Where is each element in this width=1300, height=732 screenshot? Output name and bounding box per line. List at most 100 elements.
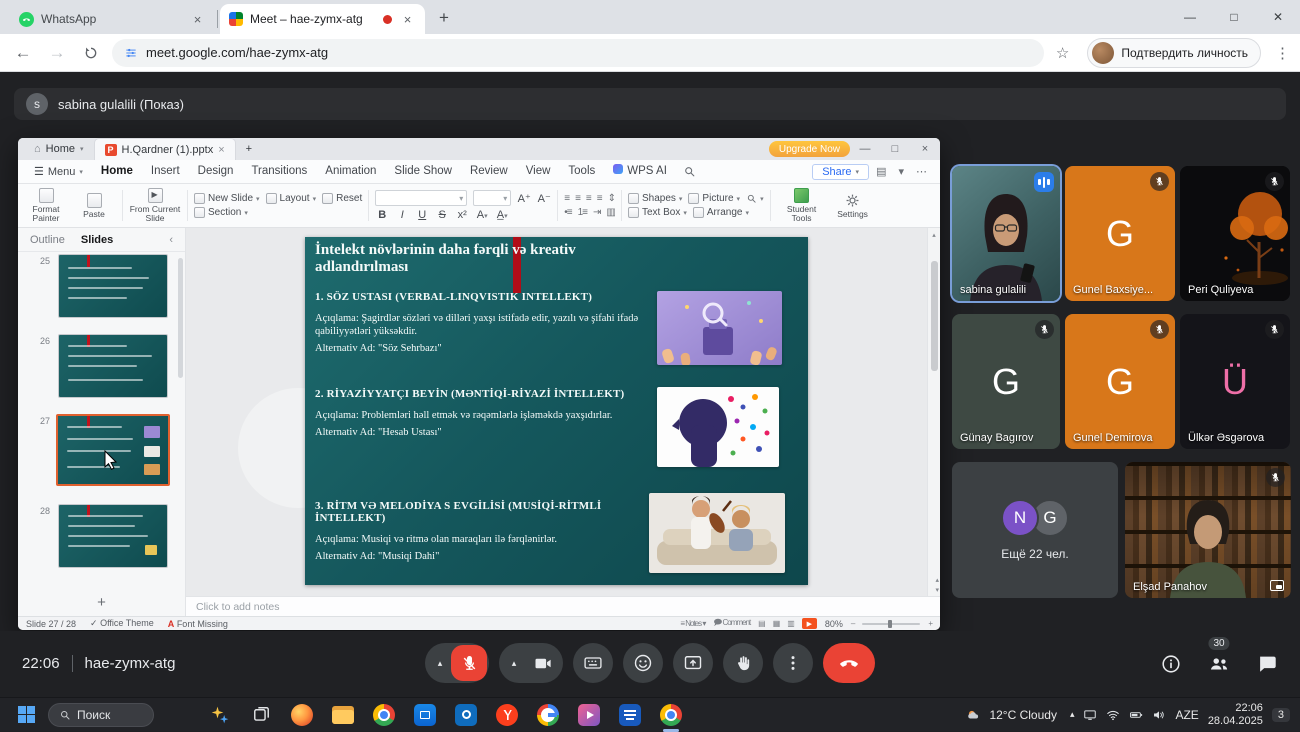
reactions-button[interactable] (623, 643, 663, 683)
collapse-panel-icon[interactable]: ‹ (169, 234, 173, 246)
taskbar-clock[interactable]: 22:06 28.04.2025 (1208, 702, 1263, 728)
previous-slide-icon[interactable]: ▴ (935, 576, 939, 584)
ribbon-search-icon[interactable] (683, 165, 696, 178)
paste-button[interactable]: Paste (72, 186, 116, 225)
wps-minimize-icon[interactable]: — (850, 138, 880, 160)
ribbon-tab-insert[interactable]: Insert (143, 160, 188, 183)
zoom-out-icon[interactable]: – (851, 619, 854, 628)
tab-whatsapp[interactable]: WhatsApp × (10, 4, 215, 34)
font-size-select[interactable]: ▾ (473, 190, 511, 206)
collapse-ribbon-icon[interactable]: ▾ (893, 165, 909, 178)
microsoft-store-icon[interactable] (413, 703, 437, 727)
notification-count[interactable]: 3 (1272, 708, 1290, 722)
profile-chip[interactable]: Подтвердить личность (1087, 38, 1261, 68)
canvas-scrollbar[interactable]: ▴ (927, 228, 940, 596)
font-missing-status[interactable]: A Font Missing (168, 619, 228, 629)
ribbon-tab-animation[interactable]: Animation (317, 160, 384, 183)
decrease-font-icon[interactable]: A⁻ (537, 192, 551, 205)
cast-screen-icon[interactable] (1083, 708, 1097, 722)
media-app-icon[interactable] (577, 703, 601, 727)
firefox-icon[interactable] (290, 703, 314, 727)
columns-icon[interactable]: ▥ (606, 207, 614, 218)
chrome-active-icon[interactable] (659, 703, 683, 727)
strikethrough-button[interactable]: S (435, 209, 449, 221)
scrollbar-thumb[interactable] (931, 261, 938, 371)
forward-button[interactable]: → (44, 40, 70, 66)
ribbon-tab-design[interactable]: Design (190, 160, 242, 183)
highlight-button[interactable]: A̲▾ (495, 209, 509, 221)
zoom-in-icon[interactable]: + (928, 619, 932, 628)
shapes-button[interactable]: Shapes▾ (628, 193, 682, 204)
start-button[interactable] (14, 703, 38, 727)
superscript-button[interactable]: x² (455, 209, 469, 221)
indent-icon[interactable]: ⇥ (593, 207, 600, 218)
mic-muted-button[interactable] (451, 645, 487, 681)
wps-new-tab-button[interactable]: + (236, 138, 262, 160)
numbering-icon[interactable]: 1≡ (578, 207, 587, 218)
task-view-icon[interactable] (249, 703, 273, 727)
participant-tile-gunel-d[interactable]: G Gunel Demirova (1065, 314, 1175, 449)
chat-button[interactable] (1254, 651, 1280, 677)
layout-switch-icon[interactable]: ▤ (871, 165, 891, 178)
camera-button[interactable] (525, 645, 561, 681)
ribbon-tab-review[interactable]: Review (462, 160, 516, 183)
new-slide-button[interactable]: New Slide▾ (194, 193, 260, 204)
slide-26-thumbnail[interactable] (58, 334, 168, 398)
justify-icon[interactable]: ≡ (597, 193, 602, 204)
align-center-icon[interactable]: ≡ (575, 193, 580, 204)
ribbon-tab-home[interactable]: Home (93, 160, 141, 183)
camera-options-chevron-icon[interactable]: ▴ (507, 658, 521, 669)
participant-tile-peri[interactable]: Peri Quliyeva (1180, 166, 1290, 301)
notes-bar[interactable]: Click to add notes (186, 596, 940, 616)
camera-control[interactable]: ▴ (499, 643, 563, 683)
next-slide-icon[interactable]: ▾ (935, 586, 939, 594)
sorter-view-icon[interactable]: ▦ (773, 619, 780, 628)
line-spacing-icon[interactable]: ⇕ (608, 193, 615, 204)
underline-button[interactable]: U (415, 209, 429, 221)
volume-icon[interactable] (1152, 708, 1166, 722)
add-slide-button[interactable]: + (18, 594, 185, 611)
ribbon-tab-wps-ai[interactable]: WPS AI (605, 160, 675, 183)
panel-scrollbar[interactable] (178, 258, 183, 378)
find-button[interactable]: ▾ (746, 193, 764, 204)
wps-close-icon[interactable]: × (910, 138, 940, 160)
student-tools-button[interactable]: Student Tools (777, 186, 827, 225)
tab-meet[interactable]: Meet – hae-zymx-atg × (220, 4, 425, 34)
outline-tab[interactable]: Outline (30, 234, 65, 246)
wps-menu-button[interactable]: ☰ Menu ▾ (26, 165, 91, 178)
picture-button[interactable]: Picture▾ (688, 193, 740, 204)
settings-button[interactable]: Settings (831, 186, 875, 225)
google-icon[interactable] (536, 703, 560, 727)
leave-call-button[interactable] (823, 643, 875, 683)
zoom-slider[interactable] (862, 623, 920, 625)
word-icon[interactable] (618, 703, 642, 727)
file-tab-close-icon[interactable]: × (218, 144, 224, 156)
chrome-icon[interactable] (372, 703, 396, 727)
slide-28-thumbnail[interactable] (58, 504, 168, 568)
ribbon-tab-view[interactable]: View (518, 160, 559, 183)
share-button[interactable]: Share ▾ (812, 164, 869, 180)
wps-home-tab[interactable]: ⌂ Home ▾ (24, 138, 94, 160)
hidden-icons-chevron[interactable]: ▴ (1070, 709, 1075, 720)
wps-file-tab[interactable]: P H.Qardner (1).pptx × (94, 138, 236, 160)
tab-close-icon[interactable]: × (189, 11, 206, 28)
address-bar[interactable]: meet.google.com/hae-zymx-atg (112, 39, 1044, 67)
refresh-button[interactable] (78, 40, 104, 66)
more-participants-tile[interactable]: N G Ещё 22 чел. (952, 462, 1118, 598)
text-box-button[interactable]: Text Box▾ (628, 207, 687, 218)
tab-close-icon[interactable]: × (399, 11, 416, 28)
participant-tile-sabina[interactable]: sabina gulalili (952, 166, 1060, 301)
normal-view-icon[interactable]: ▤ (758, 619, 765, 628)
wps-maximize-icon[interactable]: □ (880, 138, 910, 160)
ribbon-tab-transitions[interactable]: Transitions (243, 160, 315, 183)
slide-27[interactable]: İntelekt növlərinin daha fərqli və kreat… (305, 237, 808, 585)
section-button[interactable]: Section▾ (194, 207, 248, 218)
more-tools-icon[interactable]: ⋯ (911, 165, 932, 178)
more-options-button[interactable] (773, 643, 813, 683)
upgrade-button[interactable]: Upgrade Now (769, 141, 850, 157)
wifi-icon[interactable] (1106, 708, 1120, 722)
align-right-icon[interactable]: ≡ (586, 193, 591, 204)
mic-options-chevron-icon[interactable]: ▴ (433, 658, 447, 669)
present-button[interactable] (673, 643, 713, 683)
align-left-icon[interactable]: ≡ (564, 193, 569, 204)
